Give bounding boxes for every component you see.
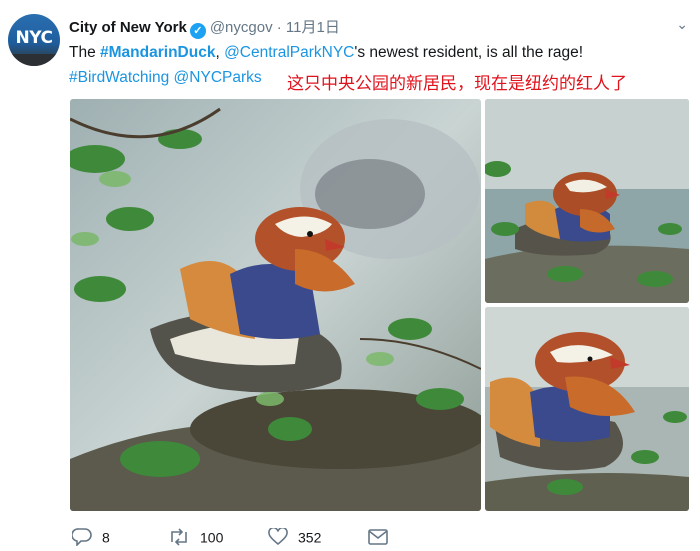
- duck-photo-bottom-right[interactable]: [485, 307, 689, 511]
- hashtag-mandarinduck[interactable]: #MandarinDuck: [100, 44, 215, 61]
- like-button[interactable]: 352: [268, 528, 321, 546]
- text-prefix: The: [69, 44, 101, 61]
- nyc-logo: NYC: [15, 28, 53, 48]
- reply-button[interactable]: 8: [72, 528, 110, 547]
- reply-icon: [72, 528, 92, 547]
- hashtag-birdwatching[interactable]: #BirdWatching: [69, 69, 169, 86]
- tweet-date[interactable]: 11月1日: [286, 19, 340, 36]
- duck-photo-top-right[interactable]: [485, 99, 689, 303]
- separator-dot: ·: [276, 19, 282, 36]
- skyline-graphic: [8, 54, 60, 66]
- display-name[interactable]: City of New York: [69, 19, 187, 36]
- chevron-down-icon[interactable]: ⌄: [676, 16, 688, 33]
- like-count: 352: [298, 529, 322, 546]
- user-handle[interactable]: @nycgov: [210, 19, 273, 36]
- text-comma: ,: [215, 44, 225, 61]
- duck-photo-main[interactable]: [70, 99, 481, 511]
- mention-centralparknyc[interactable]: @CentralParkNYC: [224, 44, 354, 61]
- message-button[interactable]: [368, 528, 398, 546]
- tweet-header: City of New York ✓ @nycgov · 11月1日: [69, 16, 340, 39]
- overlay-caption: 这只中央公园的新居民，现在是纽约的红人了: [287, 74, 627, 94]
- retweet-icon: [168, 528, 190, 546]
- text-rest: 's newest resident, is all the rage!: [354, 44, 584, 61]
- verified-badge-icon: ✓: [189, 23, 206, 39]
- heart-icon: [268, 528, 288, 546]
- avatar[interactable]: NYC: [8, 14, 60, 66]
- envelope-icon: [368, 529, 388, 546]
- retweet-count: 100: [200, 529, 224, 546]
- tweet-text-line-1: The #MandarinDuck, @CentralParkNYC's new…: [69, 40, 689, 65]
- mention-nycparks[interactable]: @NYCParks: [174, 69, 262, 86]
- retweet-button[interactable]: 100: [168, 528, 223, 546]
- reply-count: 8: [102, 529, 110, 546]
